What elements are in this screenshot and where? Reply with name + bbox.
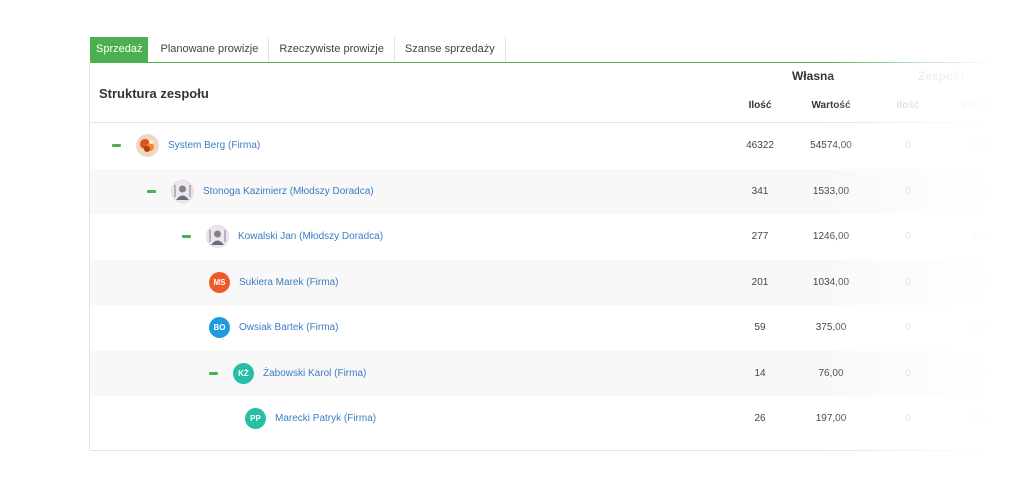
own-qty-cell: 277 — [751, 231, 769, 243]
own-value-cell: 375,00 — [815, 322, 847, 334]
avatar — [136, 134, 159, 158]
own-qty-cell: 201 — [751, 276, 769, 288]
own-value-cell: 1034,00 — [812, 276, 850, 288]
own-group-header: Własna — [791, 69, 834, 83]
team-qty-cell: 0 — [905, 140, 911, 152]
own-value-cell: 1533,00 — [812, 185, 850, 197]
tab-sales-opportunities[interactable]: Szanse sprzedaży — [394, 37, 506, 62]
team-group-header: Zespołu — [917, 69, 964, 83]
team-qty-cell: 0 — [905, 276, 911, 288]
own-value-header[interactable]: Wartość — [802, 100, 860, 111]
team-value-header[interactable]: Wartość — [956, 100, 1006, 111]
team-value-cell: 0,00 — [971, 367, 991, 379]
table-row: BO Owsiak Bartek (Firma) 59 375,00 0 0,00 — [90, 305, 1024, 351]
own-qty-cell: 341 — [751, 185, 769, 197]
own-qty-header[interactable]: Ilość — [735, 100, 785, 111]
tree-cell: System Berg (Firma) — [112, 123, 260, 169]
avatar: PP — [245, 408, 266, 430]
member-name-link[interactable]: Owsiak Bartek (Firma) — [239, 322, 338, 333]
team-value-cell: 0,00 — [971, 140, 991, 152]
member-name-link[interactable]: Kowalski Jan (Młodszy Doradca) — [238, 231, 383, 242]
team-qty-cell: 0 — [905, 231, 911, 243]
tab-sales[interactable]: Sprzedaż — [90, 37, 149, 62]
team-qty-header[interactable]: Ilość — [883, 100, 933, 111]
own-qty-cell: 59 — [754, 322, 766, 334]
table-body: System Berg (Firma) 46322 54574,00 0 0,00 Sto… — [90, 123, 1024, 442]
table-row: MS Sukiera Marek (Firma) 201 1034,00 0 0,00 — [90, 259, 1024, 306]
team-value-cell: 0,00 — [971, 185, 991, 197]
table-row: KŻ Żabowski Karol (Firma) 14 76,00 0 0,00 — [90, 350, 1024, 397]
tab-bar: Sprzedaż Planowane prowizje Rzeczywiste … — [90, 36, 996, 64]
member-name-link[interactable]: System Berg (Firma) — [168, 140, 260, 151]
team-structure-table: Struktura zespołu Własna Zespołu Ilość W… — [89, 63, 1024, 451]
table-row: System Berg (Firma) 46322 54574,00 0 0,00 — [90, 123, 1024, 169]
table-row: Kowalski Jan (Młodszy Doradca) 277 1246,00… — [90, 214, 1024, 260]
structure-column-title: Struktura zespołu — [99, 86, 209, 101]
own-value-cell: 76,00 — [818, 367, 844, 379]
team-qty-cell: 0 — [905, 367, 911, 379]
avatar — [206, 225, 229, 249]
tree-cell: BO Owsiak Bartek (Firma) — [209, 305, 338, 351]
team-value-cell: 0,00 — [971, 276, 991, 288]
own-qty-cell: 26 — [754, 413, 766, 425]
team-qty-cell: 0 — [905, 185, 911, 197]
team-qty-cell: 0 — [905, 322, 911, 334]
own-qty-cell: 14 — [754, 367, 766, 379]
collapse-minus-icon[interactable] — [147, 189, 156, 193]
collapse-minus-icon[interactable] — [182, 235, 191, 239]
avatar: BO — [209, 317, 230, 339]
tree-cell: Stonoga Kazimierz (Młodszy Doradca) — [147, 169, 374, 215]
tree-cell: Kowalski Jan (Młodszy Doradca) — [182, 214, 383, 260]
own-qty-cell: 46322 — [746, 140, 774, 152]
tree-cell: MS Sukiera Marek (Firma) — [209, 260, 338, 306]
member-name-link[interactable]: Żabowski Karol (Firma) — [263, 368, 366, 379]
own-value-cell: 1246,00 — [812, 231, 850, 243]
tree-cell: KŻ Żabowski Karol (Firma) — [209, 351, 366, 397]
table-header: Struktura zespołu Własna Zespołu Ilość W… — [90, 63, 1024, 123]
tree-cell: PP Marecki Patryk (Firma) — [245, 396, 376, 442]
member-name-link[interactable]: Stonoga Kazimierz (Młodszy Doradca) — [203, 186, 374, 197]
team-value-cell: 0,00 — [971, 413, 991, 425]
avatar: MS — [209, 271, 230, 293]
table-row: Stonoga Kazimierz (Młodszy Doradca) 341 15… — [90, 168, 1024, 215]
tab-planned-commissions[interactable]: Planowane prowizje — [150, 37, 270, 62]
collapse-minus-icon[interactable] — [209, 371, 218, 375]
own-value-cell: 54574,00 — [810, 140, 852, 152]
tab-actual-commissions[interactable]: Rzeczywiste prowizje — [269, 37, 395, 62]
own-value-cell: 197,00 — [815, 413, 847, 425]
member-name-link[interactable]: Sukiera Marek (Firma) — [239, 277, 338, 288]
team-value-cell: 0,00 — [971, 322, 991, 334]
avatar — [171, 179, 194, 203]
table-row: PP Marecki Patryk (Firma) 26 197,00 0 0,00 — [90, 396, 1024, 442]
avatar: KŻ — [233, 362, 254, 384]
team-qty-cell: 0 — [905, 413, 911, 425]
collapse-minus-icon[interactable] — [112, 144, 121, 148]
team-value-cell: 0,00 — [971, 231, 991, 243]
member-name-link[interactable]: Marecki Patryk (Firma) — [275, 413, 376, 424]
